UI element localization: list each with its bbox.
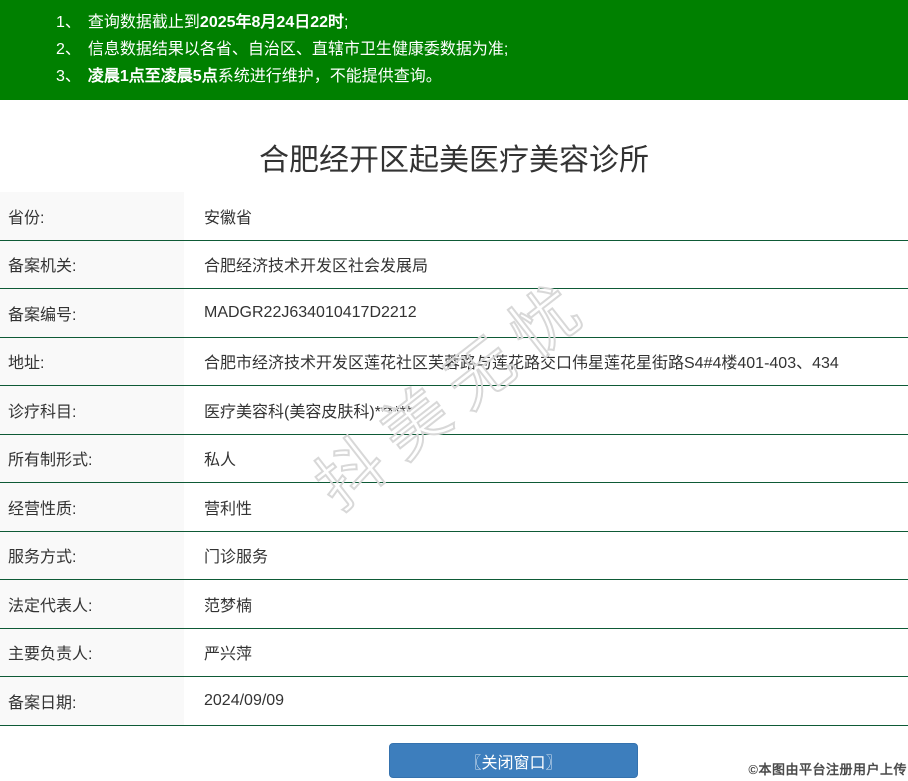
- row-value: 私人: [204, 452, 237, 470]
- record-table: 省份: 安徽省 备案机关: 合肥经济技术开发区社会发展局 备案编号: MADGR…: [0, 192, 908, 726]
- row-label: 服务方式:: [0, 531, 184, 579]
- row-label: 经营性质:: [0, 483, 184, 531]
- row-value: 门诊服务: [204, 549, 269, 567]
- notice-text: 查询数据截止到: [87, 14, 200, 31]
- row-value: 营利性: [204, 500, 253, 518]
- table-row-service-mode: 服务方式: 门诊服务: [0, 531, 908, 580]
- row-value: 医疗美容科(美容皮肤科)******: [204, 403, 413, 421]
- table-row-filing-date: 备案日期: 2024/09/09: [0, 677, 908, 726]
- row-label: 省份:: [0, 192, 184, 240]
- notice-header: 1、 查询数据截止到2025年8月24日22时; 2、 信息数据结果以各省、自治区、…: [0, 0, 908, 100]
- notice-text-bold: 2025年8月24日22时: [199, 14, 345, 31]
- row-value: 2024/09/09: [204, 691, 285, 709]
- notice-line-2: 2、 信息数据结果以各省、自治区、直辖市卫生健康委数据为准;: [0, 36, 908, 63]
- row-label: 法定代表人:: [0, 580, 184, 628]
- notice-line-3: 3、 凌晨1点至凌晨5点系统进行维护，不能提供查询。: [0, 63, 908, 90]
- notice-line-1: 1、 查询数据截止到2025年8月24日22时;: [0, 9, 908, 36]
- notice-text: 系统进行维护，不能提供查询。: [217, 68, 442, 85]
- row-label: 备案机关:: [0, 240, 184, 288]
- row-value: 安徽省: [204, 209, 253, 227]
- close-window-button[interactable]: 〖关闭窗口〗: [389, 743, 638, 778]
- row-label: 备案日期:: [0, 677, 184, 725]
- row-value: 合肥市经济技术开发区莲花社区芙蓉路与莲花路交口伟星莲花星街路S4#4楼401-4…: [204, 355, 839, 373]
- notice-number: 1、: [56, 14, 81, 31]
- row-label: 备案编号:: [0, 289, 184, 337]
- notice-number: 3、: [56, 68, 81, 85]
- row-label: 所有制形式:: [0, 434, 184, 482]
- row-label: 地址:: [0, 337, 184, 385]
- notice-text: ;: [344, 14, 349, 31]
- table-row-legal-representative: 法定代表人: 范梦楠: [0, 580, 908, 629]
- table-row-province: 省份: 安徽省: [0, 192, 908, 241]
- table-row-ownership-form: 所有制形式: 私人: [0, 434, 908, 483]
- row-value: 严兴萍: [204, 646, 253, 664]
- notice-text-bold: 凌晨1点至凌晨5点: [87, 68, 218, 85]
- row-label: 诊疗科目:: [0, 386, 184, 434]
- row-value: 范梦楠: [204, 597, 253, 615]
- notice-text: 信息数据结果以各省、自治区、直辖市卫生健康委数据为准;: [87, 41, 509, 58]
- table-row-treatment-subjects: 诊疗科目: 医疗美容科(美容皮肤科)******: [0, 386, 908, 435]
- table-row-business-nature: 经营性质: 营利性: [0, 483, 908, 532]
- row-value: 合肥经济技术开发区社会发展局: [204, 258, 429, 276]
- row-label: 主要负责人:: [0, 628, 184, 676]
- notice-number: 2、: [56, 41, 81, 58]
- row-value: MADGR22J634010417D2212: [204, 303, 417, 321]
- table-row-main-principal: 主要负责人: 严兴萍: [0, 628, 908, 677]
- table-row-filing-authority: 备案机关: 合肥经济技术开发区社会发展局: [0, 240, 908, 289]
- uploader-note: ©本图由平台注册用户上传: [748, 762, 907, 777]
- page-title: 合肥经开区起美医疗美容诊所: [259, 144, 649, 177]
- table-row-filing-number: 备案编号: MADGR22J634010417D2212: [0, 289, 908, 338]
- table-row-address: 地址: 合肥市经济技术开发区莲花社区芙蓉路与莲花路交口伟星莲花星街路S4#4楼4…: [0, 337, 908, 386]
